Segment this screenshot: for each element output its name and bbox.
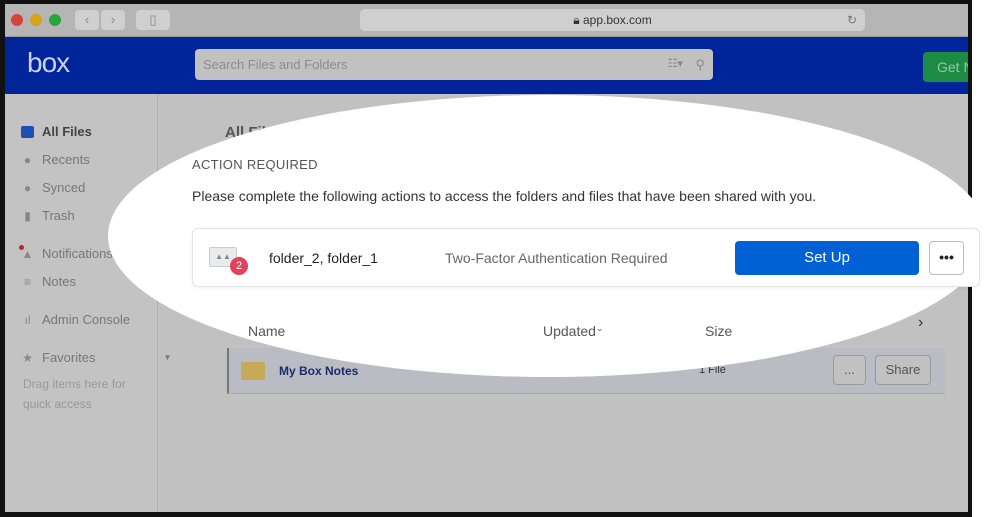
address-bar[interactable]: 🔒︎ app.box.com ↻ bbox=[360, 9, 865, 31]
star-icon: ★ bbox=[22, 350, 33, 365]
sidebar-item-label: Recents bbox=[42, 152, 90, 167]
share-button[interactable]: Share bbox=[875, 355, 931, 385]
sidebar-toggle-icon[interactable]: ▯ bbox=[136, 10, 170, 30]
clock-icon: ● bbox=[23, 152, 32, 167]
search-input[interactable]: Search Files and Folders ⚲ ☷▾ bbox=[195, 49, 713, 80]
count-badge: 2 bbox=[230, 257, 248, 275]
action-required-heading: ACTION REQUIRED bbox=[192, 157, 318, 172]
sidebar-item-synced[interactable]: ● Synced bbox=[21, 180, 86, 195]
requirement-text: Two-Factor Authentication Required bbox=[445, 250, 668, 266]
chevron-down-icon[interactable]: ▼ bbox=[163, 353, 171, 362]
sidebar-item-recents[interactable]: ● Recents bbox=[21, 152, 90, 167]
notes-icon: ≡ bbox=[23, 274, 31, 289]
maximize-window-button[interactable] bbox=[49, 14, 61, 26]
app-header: box Search Files and Folders ⚲ ☷▾ Get N bbox=[5, 37, 968, 94]
url-text: app.box.com bbox=[583, 13, 652, 27]
chevron-right-icon[interactable]: › bbox=[918, 314, 923, 332]
sidebar-item-label: Notifications bbox=[42, 246, 113, 261]
sync-icon: ● bbox=[23, 180, 32, 195]
sidebar-item-label: All Files bbox=[42, 124, 92, 139]
sidebar-item-label: Favorites bbox=[42, 350, 96, 365]
minimize-window-button[interactable] bbox=[30, 14, 42, 26]
filter-icon[interactable]: ☷▾ bbox=[668, 49, 683, 80]
folder-icon bbox=[241, 362, 265, 380]
sidebar-item-trash[interactable]: ▮ Trash bbox=[21, 208, 75, 223]
sidebar-item-all-files[interactable]: All Files bbox=[21, 124, 92, 139]
sidebar-item-label: Trash bbox=[42, 208, 75, 223]
browser-toolbar: ‹ › ▯ 🔒︎ app.box.com ↻ bbox=[5, 4, 968, 37]
reload-icon[interactable]: ↻ bbox=[847, 9, 857, 31]
column-header-name[interactable]: Name bbox=[248, 323, 285, 339]
close-window-button[interactable] bbox=[11, 14, 23, 26]
action-card: ▲▲ 2 folder_2, folder_1 Two-Factor Authe… bbox=[192, 228, 980, 287]
more-options-button[interactable]: ••• bbox=[929, 241, 964, 275]
sidebar-item-favorites[interactable]: ★ Favorites ▼ bbox=[21, 350, 171, 365]
sidebar-item-label: Admin Console bbox=[42, 312, 131, 327]
sidebar: All Files ● Recents ● Synced ▮ Trash ▲ Notif… bbox=[5, 94, 171, 512]
column-label: Updated bbox=[543, 323, 596, 339]
column-header-updated[interactable]: Updated⌄ bbox=[543, 323, 603, 339]
set-up-button[interactable]: Set Up bbox=[735, 241, 919, 275]
column-header-size[interactable]: Size bbox=[705, 323, 732, 339]
forward-button[interactable]: › bbox=[101, 10, 125, 30]
sidebar-item-notes[interactable]: ≡ Notes bbox=[21, 274, 76, 289]
row-more-button[interactable]: ... bbox=[833, 355, 866, 385]
row-name[interactable]: My Box Notes bbox=[279, 364, 358, 378]
get-button[interactable]: Get N bbox=[923, 52, 968, 82]
chart-icon: ıl bbox=[24, 312, 31, 327]
folder-icon bbox=[21, 125, 34, 138]
bell-icon: ▲ bbox=[19, 244, 34, 260]
sidebar-item-admin-console[interactable]: ıl Admin Console bbox=[21, 312, 131, 327]
box-logo[interactable]: box bbox=[27, 47, 70, 79]
trash-icon: ▮ bbox=[24, 208, 31, 223]
back-button[interactable]: ‹ bbox=[75, 10, 99, 30]
favorites-hint: Drag items here for quick access bbox=[23, 377, 126, 411]
search-placeholder: Search Files and Folders bbox=[203, 57, 348, 72]
folder-names: folder_2, folder_1 bbox=[269, 250, 378, 266]
search-icon[interactable]: ⚲ bbox=[695, 49, 705, 80]
sidebar-item-label: Synced bbox=[42, 180, 86, 195]
sidebar-item-label: Notes bbox=[42, 274, 76, 289]
action-message: Please complete the following actions to… bbox=[192, 188, 817, 204]
lock-icon: 🔒︎ bbox=[573, 13, 583, 27]
sidebar-item-notifications[interactable]: ▲ Notifications bbox=[19, 244, 113, 261]
sort-chevron-icon: ⌄ bbox=[595, 323, 604, 333]
